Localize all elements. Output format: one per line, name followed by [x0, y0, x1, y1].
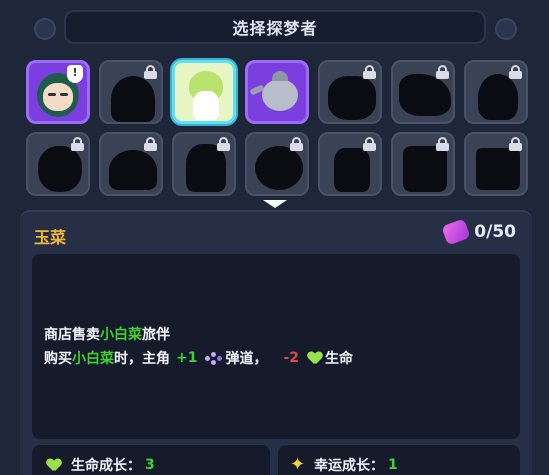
- lock-icon: [509, 137, 522, 151]
- teapot-body: [262, 79, 298, 111]
- character-slot-locked-9[interactable]: [318, 132, 382, 196]
- character-slot-locked-11[interactable]: [464, 132, 528, 196]
- gem-count-text: 0/50: [474, 222, 516, 242]
- cabbage-stem: [193, 91, 219, 121]
- lock-icon: [71, 137, 84, 151]
- page-title: 选择探梦者: [232, 19, 318, 38]
- lock-icon: [363, 65, 376, 79]
- girl-eye-left: [48, 93, 56, 96]
- heart-icon: [47, 459, 61, 472]
- character-slot-locked-6[interactable]: [99, 132, 163, 196]
- character-slot-locked-4[interactable]: [464, 60, 528, 124]
- lock-icon: [290, 137, 303, 151]
- character-slot-locked-10[interactable]: [391, 132, 455, 196]
- stat-luck-growth: 幸运成长： 1: [278, 445, 520, 475]
- silhouette: [478, 74, 518, 120]
- desc-highlight: 小白菜: [100, 327, 142, 343]
- lock-icon: [217, 137, 230, 151]
- stat-health-growth: 生命成长： 3: [32, 445, 270, 475]
- health-penalty: -2: [283, 350, 300, 366]
- character-slot-cabbage[interactable]: [172, 60, 236, 124]
- character-select-panel: 选择探梦者 ! 玉菜 0/50 商店售卖 小白菜 旅伴 购买 小白菜 时，主角 …: [0, 0, 549, 475]
- silhouette: [334, 148, 370, 192]
- character-slot-locked-1[interactable]: [99, 60, 163, 124]
- character-slot-locked-3[interactable]: [391, 60, 455, 124]
- character-detail-panel: 玉菜 0/50 商店售卖 小白菜 旅伴 购买 小白菜 时，主角 +1 弹道， -…: [20, 210, 532, 475]
- desc-text: 时，主角: [114, 351, 170, 367]
- sparkle-icon: [290, 454, 306, 475]
- silhouette: [403, 146, 447, 192]
- silhouette: [111, 76, 155, 122]
- stat-value: 1: [388, 457, 398, 473]
- desc-highlight: 小白菜: [72, 351, 114, 367]
- character-slot-locked-2[interactable]: [318, 60, 382, 124]
- character-slot-locked-8[interactable]: [245, 132, 309, 196]
- character-grid: !: [22, 56, 532, 206]
- corner-ornament-left: [34, 18, 56, 40]
- alert-badge-icon: !: [67, 65, 83, 83]
- lock-icon: [363, 137, 376, 151]
- character-slot-locked-7[interactable]: [172, 132, 236, 196]
- desc-text: 旅伴: [142, 327, 170, 343]
- desc-text: 商店售卖: [44, 327, 100, 343]
- desc-text: 弹道，: [225, 351, 268, 367]
- character-slot-girl[interactable]: !: [26, 60, 90, 124]
- lock-icon: [509, 65, 522, 79]
- desc-text: 生命: [325, 351, 354, 367]
- description-line-1: 商店售卖 小白菜 旅伴: [44, 324, 170, 344]
- silhouette: [476, 148, 520, 190]
- stat-label: 幸运成长：: [314, 458, 384, 474]
- corner-ornament-right: [495, 18, 517, 40]
- projectile-bonus: +1: [176, 350, 198, 366]
- silhouette: [255, 146, 303, 190]
- gem-counter: 0/50: [441, 218, 516, 246]
- character-name: 玉菜: [34, 228, 67, 247]
- title-bar: 选择探梦者: [64, 10, 486, 44]
- silhouette: [186, 144, 226, 192]
- character-slot-locked-5[interactable]: [26, 132, 90, 196]
- stat-value: 3: [145, 457, 155, 473]
- lock-icon: [436, 65, 449, 79]
- girl-face: [43, 83, 73, 111]
- silhouette: [109, 150, 157, 190]
- silhouette: [399, 74, 451, 116]
- lock-icon: [144, 65, 157, 79]
- girl-eye-right: [60, 93, 68, 96]
- heart-icon: [308, 352, 322, 365]
- lock-icon: [144, 137, 157, 151]
- lock-icon: [436, 137, 449, 151]
- projectile-icon: [205, 350, 223, 366]
- teapot-lid: [272, 71, 288, 81]
- description-line-2: 购买 小白菜 时，主角 +1 弹道， -2 生命: [44, 348, 353, 368]
- selection-pointer-icon: [263, 200, 287, 208]
- description-box: 商店售卖 小白菜 旅伴 购买 小白菜 时，主角 +1 弹道， -2 生命: [32, 254, 520, 439]
- gem-icon: [441, 218, 471, 246]
- silhouette: [38, 146, 82, 192]
- desc-text: 购买: [44, 351, 72, 367]
- stat-label: 生命成长：: [71, 458, 141, 474]
- character-slot-teapot[interactable]: [245, 60, 309, 124]
- silhouette: [328, 76, 376, 120]
